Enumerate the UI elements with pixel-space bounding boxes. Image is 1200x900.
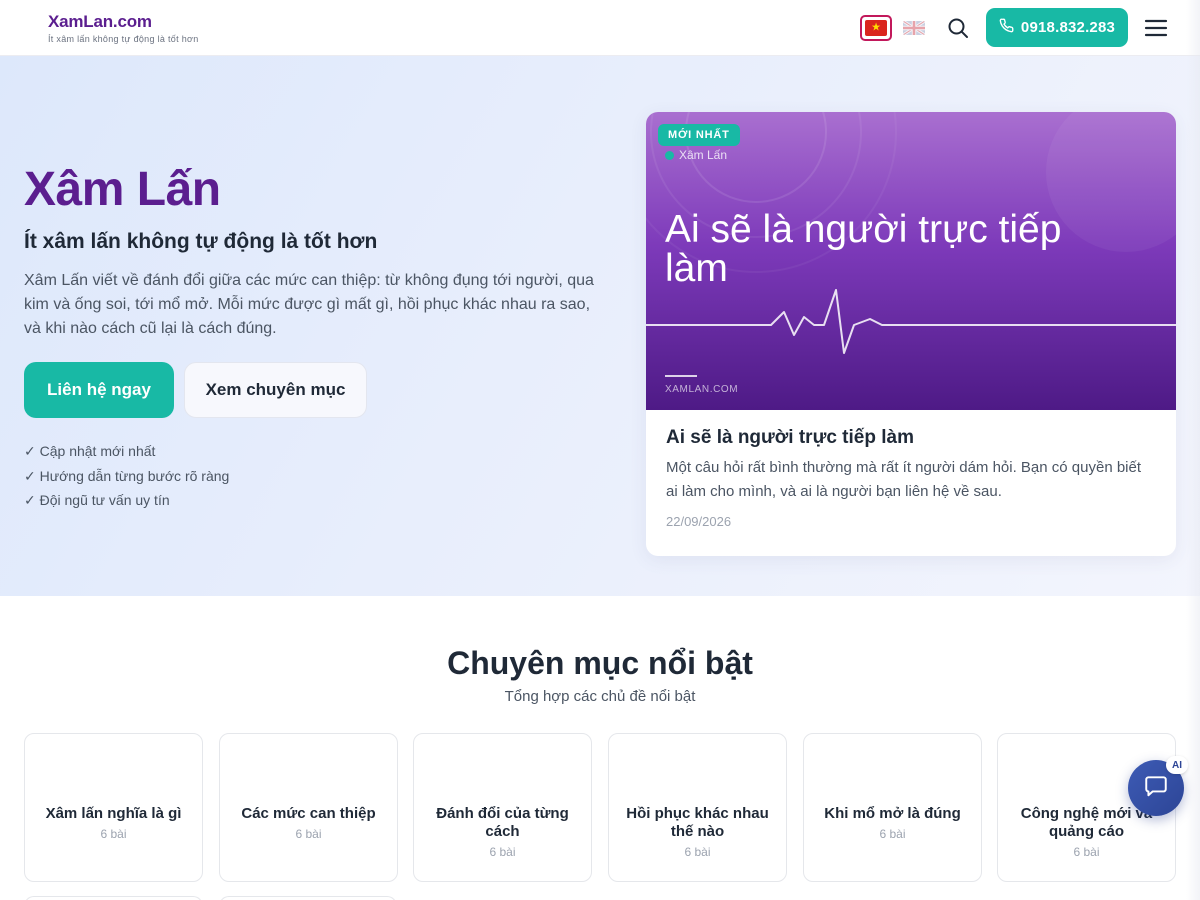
source-dot-icon (665, 150, 674, 160)
category-card[interactable]: Khi mổ mở là đúng 6 bài (803, 733, 982, 882)
image-title: Ai sẽ là người trực tiếp làm (665, 208, 1062, 290)
vn-flag-icon[interactable] (860, 15, 892, 41)
brand-name: XamLan.com (48, 12, 152, 31)
hamburger-menu-icon[interactable] (1144, 17, 1168, 39)
checklist-item: ✓ Đội ngũ tư vấn uy tín (24, 492, 170, 508)
category-count: 6 bài (1073, 845, 1100, 859)
hero-section: Xâm Lấn Ít xâm lấn không tự động là tốt … (0, 56, 1200, 596)
category-name: Khi mổ mở là đúng (824, 805, 961, 822)
feature-checklist: ✓ Cập nhật mới nhất ✓ Hướng dẫn từng bướ… (24, 439, 229, 513)
ai-badge: AI (1166, 756, 1188, 774)
hero-description: Xâm Lấn viết về đánh đổi giữa các mức ca… (24, 272, 594, 337)
category-card[interactable]: Hồi phục khác nhau thế nào 6 bài (608, 733, 787, 882)
categories-subtitle: Tổng hợp các chủ đề nổi bật (504, 688, 696, 705)
phone-number: 0918.832.283 (1020, 19, 1116, 36)
category-card-next-row[interactable] (219, 896, 397, 900)
chat-bubble-icon (1143, 773, 1169, 804)
featured-article-title[interactable]: Ai sẽ là người trực tiếp làm (666, 426, 914, 450)
uk-flag-icon[interactable] (903, 21, 925, 35)
featured-article-image: MỚI NHẤT Xâm Lấn Ai sẽ là người trực tiế… (646, 112, 1176, 410)
checklist-item: ✓ Cập nhật mới nhất (24, 443, 156, 459)
category-card[interactable]: Các mức can thiệp 6 bài (219, 733, 398, 882)
brand-logo[interactable]: XamLan.com Ít xâm lấn không tự động là t… (48, 12, 199, 45)
phone-icon (999, 18, 1014, 37)
contact-now-button[interactable]: Liên hệ ngay (24, 362, 174, 418)
image-divider (665, 375, 697, 377)
category-count: 6 bài (879, 827, 906, 841)
brand-tagline: Ít xâm lấn không tự động là tốt hơn (48, 34, 199, 44)
category-name: Đánh đổi của từng cách (436, 805, 569, 840)
category-name: Các mức can thiệp (241, 805, 376, 822)
new-badge: MỚI NHẤT (658, 124, 740, 146)
category-card[interactable]: Xâm lấn nghĩa là gì 6 bài (24, 733, 203, 882)
category-name: Hồi phục khác nhau thế nào (626, 805, 769, 840)
search-icon[interactable] (946, 16, 970, 40)
category-count: 6 bài (489, 845, 516, 859)
checklist-item: ✓ Hướng dẫn từng bước rõ ràng (24, 467, 230, 484)
image-domain: XAMLAN.COM (665, 384, 739, 395)
featured-article-card[interactable]: MỚI NHẤT Xâm Lấn Ai sẽ là người trực tiế… (646, 112, 1176, 556)
category-card-next-row[interactable] (24, 896, 203, 900)
featured-article-excerpt: Một câu hỏi rất bình thường mà rất ít ng… (666, 459, 1142, 500)
category-name: Xâm lấn nghĩa là gì (45, 805, 182, 822)
featured-article-date: 22/09/2026 (666, 514, 732, 529)
view-categories-button[interactable]: Xem chuyên mục (184, 362, 367, 418)
hero-title: Xâm Lấn (24, 163, 221, 216)
category-count: 6 bài (684, 845, 711, 859)
category-count: 6 bài (100, 827, 127, 841)
phone-button[interactable]: 0918.832.283 (986, 8, 1128, 47)
hero-subtitle: Ít xâm lấn không tự động là tốt hơn (24, 230, 378, 253)
categories-title: Chuyên mục nổi bật (447, 645, 753, 681)
site-header: XamLan.com Ít xâm lấn không tự động là t… (0, 0, 1200, 56)
category-card[interactable]: Đánh đổi của từng cách 6 bài (413, 733, 592, 882)
image-source: Xâm Lấn (665, 148, 727, 162)
category-count: 6 bài (295, 827, 322, 841)
image-source-label: Xâm Lấn (679, 148, 728, 162)
